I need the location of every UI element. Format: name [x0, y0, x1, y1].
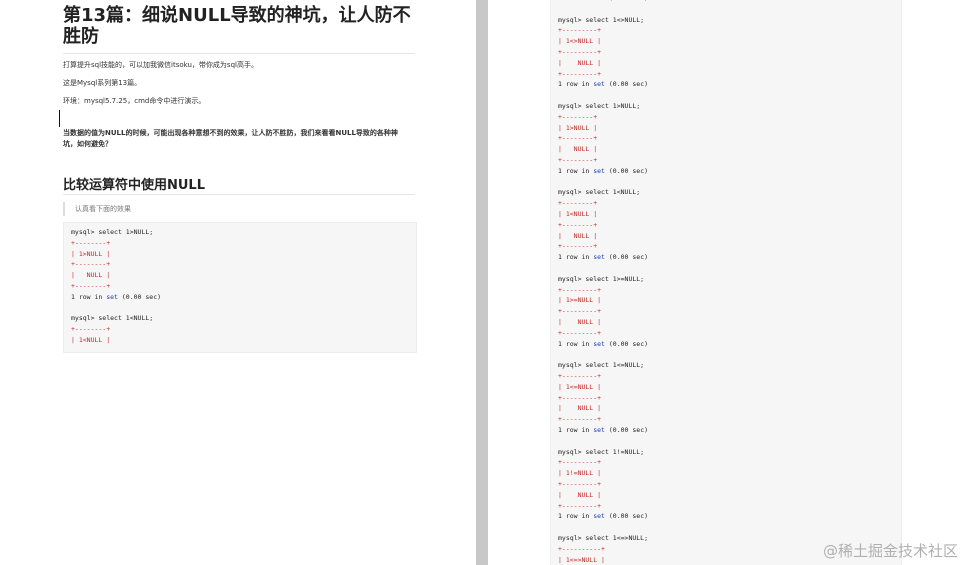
intro-line-1: 打算提升sql技能的，可以加我微信itsoku，带你成为sql高手。 [63, 61, 258, 69]
article-title: 第13篇：细说NULL导致的神坑，让人防不胜防 [63, 5, 411, 47]
code-block: mysql> select 1>NULL; +--------+ | 1>NULL … [63, 222, 417, 353]
code-keyword: set [593, 426, 605, 434]
code-line: +----------+ [558, 544, 605, 553]
code-line: | 1<=NULL | [558, 382, 602, 391]
code-line: mysql> select 1>=NULL; [558, 274, 645, 283]
code-text: (0.00 sec) [604, 253, 649, 262]
right-page: 1 row in set (0.00 sec) mysql> select 1<>… [488, 0, 966, 565]
code-line: +--------+ [71, 260, 111, 269]
code-text: 1 row in [558, 426, 594, 434]
code-text: 1 row in [558, 339, 594, 348]
code-line: +---------+ [558, 307, 602, 316]
code-text: (0.00 sec) [605, 0, 648, 2]
code-line: +---------+ [558, 285, 602, 294]
blockquote: 认真看下面的效果 [63, 202, 417, 216]
code-line: | 1<NULL | [71, 336, 111, 344]
warning-paragraph: 当数据的值为NULL的时候，可能出现各种意想不到的效果，让人防不胜防，我们来看看… [63, 129, 398, 148]
code-text: (0.00 sec) [604, 512, 649, 521]
code-block-continued: 1 row in set (0.00 sec) mysql> select 1<>… [550, 0, 902, 565]
code-keyword: set [593, 80, 605, 89]
code-line: | NULL | [558, 58, 602, 67]
code-line: +---------+ [558, 372, 602, 380]
code-line: mysql> select 1<NULL; [71, 314, 154, 323]
left-page: 第13篇：细说NULL导致的神坑，让人防不胜防 打算提升sql技能的，可以加我微… [0, 0, 476, 565]
code-line: | 1<NULL | [558, 210, 598, 218]
code-line: 1 row in set (0.00 sec) [558, 80, 648, 88]
code-line: | 1<>NULL | [558, 37, 602, 46]
code-line: | 1>NULL | [71, 249, 111, 258]
code-line: | 1!=NULL | [558, 469, 602, 478]
code-line: | NULL | [558, 490, 602, 499]
code-line: mysql> select 1<>NULL; [558, 15, 645, 24]
code-line: +---------+ [558, 458, 602, 467]
code-line: mysql> select 1>NULL; [558, 102, 641, 110]
code-line: +--------+ [558, 134, 598, 143]
page-gutter [476, 0, 488, 565]
code-line: +---------+ [558, 480, 602, 488]
code-keyword: set [593, 339, 605, 348]
code-line: | NULL | [558, 404, 602, 413]
code-line: +--------+ [558, 199, 598, 208]
code-line: | 1>NULL | [558, 123, 598, 132]
code-line: +---------+ [558, 69, 602, 78]
heading-divider [63, 194, 415, 195]
code-line: +---------+ [558, 26, 602, 35]
code-line: +--------+ [71, 282, 111, 290]
title-divider [63, 53, 415, 54]
code-line: mysql> select 1<=>NULL; [558, 534, 649, 542]
code-text: (0.00 sec) [604, 80, 649, 89]
code-line: +--------+ [558, 242, 598, 251]
code-keyword: set [593, 0, 605, 2]
code-line: | 1<=>NULL | [558, 555, 605, 564]
intro-line-2: 这是Mysql系列第13篇。 [63, 79, 142, 87]
code-line: mysql> select 1<NULL; [558, 188, 641, 197]
code-line: | 1>=NULL | [558, 296, 602, 305]
code-text: 1 row in [558, 80, 594, 89]
code-line: +---------+ [558, 48, 602, 56]
code-line: 1 row in set (0.00 sec) [558, 253, 648, 261]
code-line: +---------+ [558, 393, 602, 402]
code-text: (0.00 sec) [604, 426, 649, 434]
code-line: 1 row in set (0.00 sec) [558, 167, 648, 175]
code-line: 1 row in set (0.00 sec) [558, 0, 648, 2]
code-line: mysql> select 1>NULL; [71, 228, 154, 236]
code-text: 1 row in [558, 253, 594, 262]
code-line: | NULL | [558, 231, 598, 240]
code-line: +--------+ [558, 156, 598, 164]
code-line: +--------+ [71, 325, 111, 334]
code-line: +--------+ [558, 112, 598, 121]
code-text: (0.00 sec) [117, 292, 162, 301]
code-line: 1 row in set (0.00 sec) [71, 293, 161, 301]
code-text: 1 row in [71, 292, 107, 301]
code-line: +---------+ [558, 328, 602, 337]
code-keyword: set [593, 166, 605, 175]
intro-line-3: 环境：mysql5.7.25，cmd命令中进行演示。 [63, 97, 206, 105]
text-cursor [59, 110, 60, 127]
code-line: 1 row in set (0.00 sec) [558, 426, 648, 434]
code-line: 1 row in set (0.00 sec) [558, 340, 648, 348]
code-line: | NULL | [558, 145, 598, 154]
code-line: | NULL | [71, 271, 111, 280]
code-line: +---------+ [558, 501, 602, 510]
blockquote-text: 认真看下面的效果 [75, 205, 131, 213]
watermark: @稀土掘金技术社区 [822, 542, 958, 560]
code-text: 1 row in [558, 0, 593, 2]
code-line: mysql> select 1!=NULL; [558, 447, 645, 456]
code-text: 1 row in [558, 166, 594, 175]
code-line: +--------+ [71, 238, 111, 247]
code-keyword: set [593, 512, 605, 521]
code-text: (0.00 sec) [604, 166, 649, 175]
code-line: +---------+ [558, 415, 602, 424]
section-heading: 比较运算符中使用NULL [63, 178, 206, 193]
code-line: +--------+ [558, 220, 598, 229]
code-keyword: set [106, 292, 118, 301]
code-text: (0.00 sec) [604, 339, 649, 348]
code-line: | NULL | [558, 318, 602, 326]
code-text: 1 row in [558, 512, 594, 521]
code-keyword: set [593, 253, 605, 262]
code-line: mysql> select 1<=NULL; [558, 361, 645, 370]
code-line: 1 row in set (0.00 sec) [558, 512, 648, 520]
